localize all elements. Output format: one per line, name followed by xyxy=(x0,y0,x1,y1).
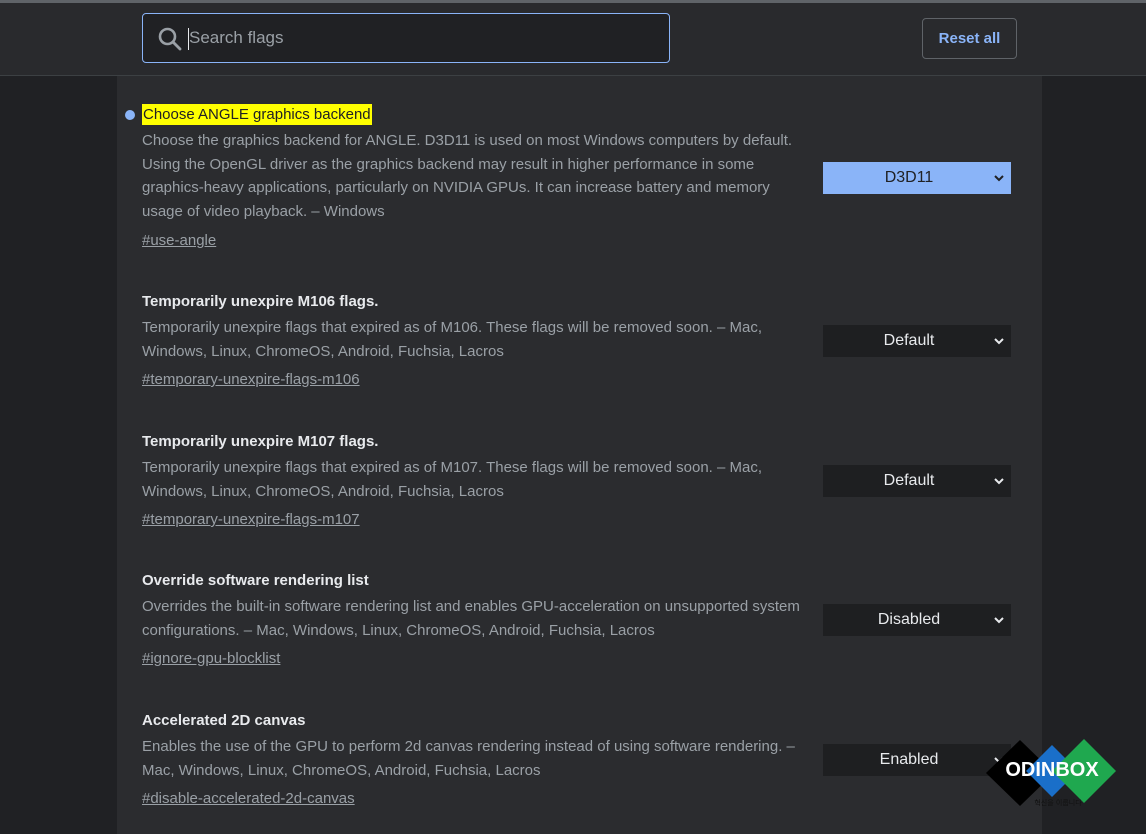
flag-permalink[interactable]: #temporary-unexpire-flags-m106 xyxy=(142,369,360,390)
flag-select-unexpire-m107[interactable]: Default xyxy=(823,465,1011,497)
flag-title: Accelerated 2D canvas xyxy=(142,712,306,729)
watermark-tagline: 혁신을 이룹니다 xyxy=(1034,798,1082,807)
flag-select-ignore-gpu-blocklist[interactable]: Disabled xyxy=(823,604,1011,636)
flag-item-use-angle: Choose ANGLE graphics backend Choose the… xyxy=(117,104,1042,254)
flag-item-accelerated-2d-canvas: Accelerated 2D canvas Enables the use of… xyxy=(117,710,1042,810)
flag-permalink[interactable]: #use-angle xyxy=(142,230,216,251)
header-bar: Reset all xyxy=(0,3,1146,76)
select-value: Disabled xyxy=(877,611,941,628)
select-value: Enabled xyxy=(879,751,939,768)
search-icon xyxy=(158,27,182,51)
flag-permalink[interactable]: #ignore-gpu-blocklist xyxy=(142,648,280,669)
watermark-text: ODINBOX xyxy=(1005,759,1099,781)
flag-description: Temporarily unexpire flags that expired … xyxy=(142,319,763,360)
flag-description: Overrides the built-in software renderin… xyxy=(142,598,800,639)
text-caret xyxy=(188,28,189,50)
flag-select-unexpire-m106[interactable]: Default xyxy=(823,325,1011,357)
select-value: D3D11 xyxy=(884,169,934,186)
flags-list: Choose ANGLE graphics backend Choose the… xyxy=(117,76,1042,834)
modified-indicator-dot xyxy=(125,110,135,120)
flag-title: Temporarily unexpire M107 flags. xyxy=(142,433,379,450)
flag-title: Temporarily unexpire M106 flags. xyxy=(142,293,379,310)
flag-item-unexpire-m106: Temporarily unexpire M106 flags. Tempora… xyxy=(117,291,1042,391)
odinbox-watermark-logo: ODINBOX 혁신을 이룹니다 xyxy=(986,739,1116,807)
chevron-down-icon xyxy=(994,338,1004,345)
select-value: Default xyxy=(883,472,935,489)
flag-title: Choose ANGLE graphics backend xyxy=(142,104,372,125)
flag-description: Choose the graphics backend for ANGLE. D… xyxy=(142,132,793,220)
flag-permalink[interactable]: #disable-accelerated-2d-canvas xyxy=(142,788,355,809)
flag-item-ignore-gpu-blocklist: Override software rendering list Overrid… xyxy=(117,570,1042,670)
flag-item-unexpire-m107: Temporarily unexpire M107 flags. Tempora… xyxy=(117,431,1042,531)
chevron-down-icon xyxy=(994,617,1004,624)
flag-permalink[interactable]: #temporary-unexpire-flags-m107 xyxy=(142,509,360,530)
search-box[interactable] xyxy=(142,13,670,63)
flag-title: Override software rendering list xyxy=(142,572,369,589)
reset-all-button[interactable]: Reset all xyxy=(922,18,1017,59)
chevron-down-icon xyxy=(994,175,1004,182)
flag-description: Temporarily unexpire flags that expired … xyxy=(142,459,763,500)
flag-description: Enables the use of the GPU to perform 2d… xyxy=(142,738,795,779)
search-input[interactable] xyxy=(187,14,659,62)
flag-select-use-angle[interactable]: D3D11 xyxy=(823,162,1011,194)
chevron-down-icon xyxy=(994,478,1004,485)
select-value: Default xyxy=(883,332,935,349)
